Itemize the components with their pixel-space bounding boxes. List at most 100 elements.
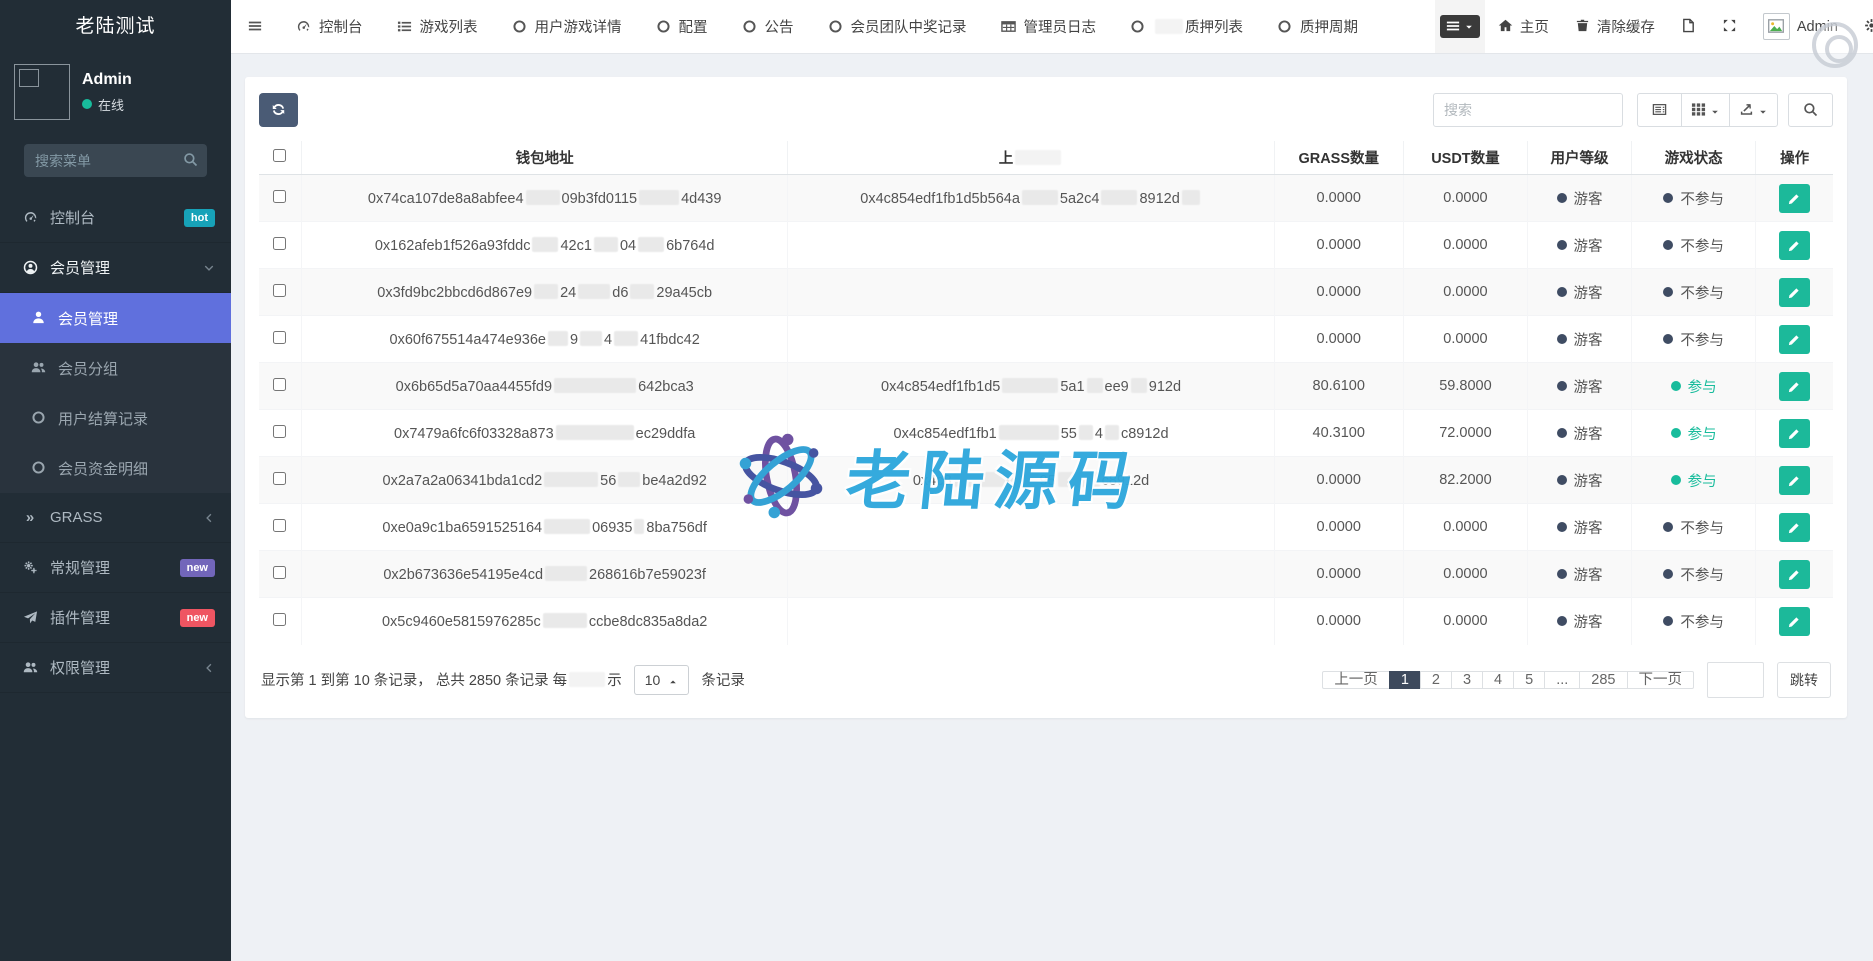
next-page-button[interactable]: 下一页 xyxy=(1627,671,1695,689)
records-info-text: 显示第 1 到第 10 条记录， 总共 2850 条记录 每示 xyxy=(261,673,622,689)
search-toggle-button[interactable] xyxy=(1788,93,1833,127)
corner-logo-mark xyxy=(1812,22,1858,68)
game-status-badge: 不参与 xyxy=(1663,517,1724,538)
sidebar-item-dashboard[interactable]: 控制台hot xyxy=(0,193,231,243)
home-button[interactable]: 主页 xyxy=(1485,16,1562,37)
edit-button[interactable] xyxy=(1779,513,1810,542)
row-checkbox[interactable] xyxy=(273,378,286,391)
wallet-address-cell: 0x5c9460e5815976285cccbe8dc835a8da2 xyxy=(301,598,787,645)
tab-admin-log[interactable]: 管理员日志 xyxy=(984,0,1114,53)
page-button-5[interactable]: 5 xyxy=(1513,671,1545,689)
clear-cache-button[interactable]: 清除缓存 xyxy=(1562,16,1668,37)
edit-button[interactable] xyxy=(1779,607,1810,636)
game-status-cell: 不参与 xyxy=(1631,598,1755,645)
tab-dashboard[interactable]: 控制台 xyxy=(279,0,380,53)
edit-button[interactable] xyxy=(1779,184,1810,213)
row-checkbox[interactable] xyxy=(273,331,286,344)
edit-button[interactable] xyxy=(1779,466,1810,495)
parent-address-cell xyxy=(788,316,1274,363)
sidebar-item-member[interactable]: 会员管理 xyxy=(0,243,231,293)
row-checkbox[interactable] xyxy=(273,472,286,485)
blur-patch xyxy=(618,472,640,487)
page-button-2[interactable]: 2 xyxy=(1420,671,1452,689)
tab-team-prize-records[interactable]: 会员团队中奖记录 xyxy=(811,0,984,53)
edit-button[interactable] xyxy=(1779,372,1810,401)
row-checkbox[interactable] xyxy=(273,519,286,532)
blur-patch xyxy=(548,331,568,346)
export-dropdown-button[interactable] xyxy=(1729,93,1778,127)
page-size-dropdown[interactable]: 10 xyxy=(634,665,690,695)
edit-button[interactable] xyxy=(1779,560,1810,589)
row-checkbox[interactable] xyxy=(273,613,286,626)
grass-amount-cell: 0.0000 xyxy=(1274,269,1403,316)
level-dot-icon xyxy=(1557,475,1567,485)
grass-amount-cell: 0.0000 xyxy=(1274,598,1403,645)
refresh-button[interactable] xyxy=(259,93,298,127)
page-jump-button[interactable]: 跳转 xyxy=(1777,662,1831,698)
user-name: Admin xyxy=(82,71,132,89)
tab-menu-dropdown[interactable] xyxy=(1435,0,1485,54)
row-checkbox[interactable] xyxy=(273,425,286,438)
fullscreen-button[interactable] xyxy=(1709,18,1750,35)
sidebar-item-label: 插件管理 xyxy=(50,607,172,628)
edit-button[interactable] xyxy=(1779,278,1810,307)
row-select-cell xyxy=(259,457,301,504)
page-button-285[interactable]: 285 xyxy=(1579,671,1627,689)
sidebar-search-input[interactable] xyxy=(24,144,207,177)
expand-icon xyxy=(1722,18,1737,35)
usdt-amount-cell: 0.0000 xyxy=(1403,222,1527,269)
row-checkbox[interactable] xyxy=(273,237,286,250)
user-level-badge: 游客 xyxy=(1557,329,1603,350)
parent-address-cell xyxy=(788,269,1274,316)
row-checkbox[interactable] xyxy=(273,284,286,297)
sidebar-item-member-fund-details[interactable]: 会员资金明细 xyxy=(0,443,231,493)
user-icon xyxy=(27,310,49,326)
page-button-3[interactable]: 3 xyxy=(1451,671,1483,689)
column-header-select xyxy=(259,141,301,175)
circle-icon xyxy=(27,460,49,476)
angles-right-icon: » xyxy=(19,509,41,526)
language-button[interactable] xyxy=(1668,18,1709,35)
usdt-amount-cell: 72.0000 xyxy=(1403,410,1527,457)
gear-icon xyxy=(1864,18,1873,35)
tab-config[interactable]: 配置 xyxy=(639,0,725,53)
tab-user-game-detail[interactable]: 用户游戏详情 xyxy=(495,0,639,53)
user-level-badge: 游客 xyxy=(1557,376,1603,397)
tab-announcement[interactable]: 公告 xyxy=(725,0,811,53)
user-level-cell: 游客 xyxy=(1528,269,1632,316)
blur-patch xyxy=(1155,19,1183,34)
tab-game-list[interactable]: 游戏列表 xyxy=(380,0,495,53)
blur-patch xyxy=(580,331,602,346)
row-checkbox[interactable] xyxy=(273,190,286,203)
sidebar-toggle-button[interactable] xyxy=(231,0,279,53)
select-all-checkbox[interactable] xyxy=(273,149,286,162)
detail-view-button[interactable] xyxy=(1637,93,1682,127)
edit-button[interactable] xyxy=(1779,419,1810,448)
sidebar-item-general[interactable]: 常规管理new xyxy=(0,543,231,593)
sidebar-item-auth[interactable]: 权限管理 xyxy=(0,643,231,693)
sidebar-item-grass[interactable]: »GRASS xyxy=(0,493,231,543)
page-button-1[interactable]: 1 xyxy=(1389,671,1421,689)
columns-icon xyxy=(1691,102,1706,118)
sidebar-item-user-settle-records[interactable]: 用户结算记录 xyxy=(0,393,231,443)
table-search-input[interactable] xyxy=(1433,93,1623,127)
parent-address-cell xyxy=(788,551,1274,598)
status-dot-icon xyxy=(1663,193,1673,203)
sidebar-item-member-list[interactable]: 会员管理 xyxy=(0,293,231,343)
page-jump-input[interactable] xyxy=(1707,662,1764,698)
usdt-amount-cell: 0.0000 xyxy=(1403,175,1527,222)
tab-pledge-cycle[interactable]: 质押周期 xyxy=(1260,0,1375,53)
action-cell xyxy=(1756,551,1833,598)
row-checkbox[interactable] xyxy=(273,566,286,579)
grass-amount-cell: 0.0000 xyxy=(1274,222,1403,269)
page-button-4[interactable]: 4 xyxy=(1482,671,1514,689)
columns-dropdown-button[interactable] xyxy=(1681,93,1730,127)
user-level-cell: 游客 xyxy=(1528,175,1632,222)
sidebar-item-member-groups[interactable]: 会员分组 xyxy=(0,343,231,393)
tab-pledge-list[interactable]: 质押列表 xyxy=(1113,0,1260,53)
circle-icon xyxy=(656,19,671,35)
sidebar-item-addons[interactable]: 插件管理new xyxy=(0,593,231,643)
edit-button[interactable] xyxy=(1779,231,1810,260)
prev-page-button[interactable]: 上一页 xyxy=(1322,671,1390,689)
edit-button[interactable] xyxy=(1779,325,1810,354)
